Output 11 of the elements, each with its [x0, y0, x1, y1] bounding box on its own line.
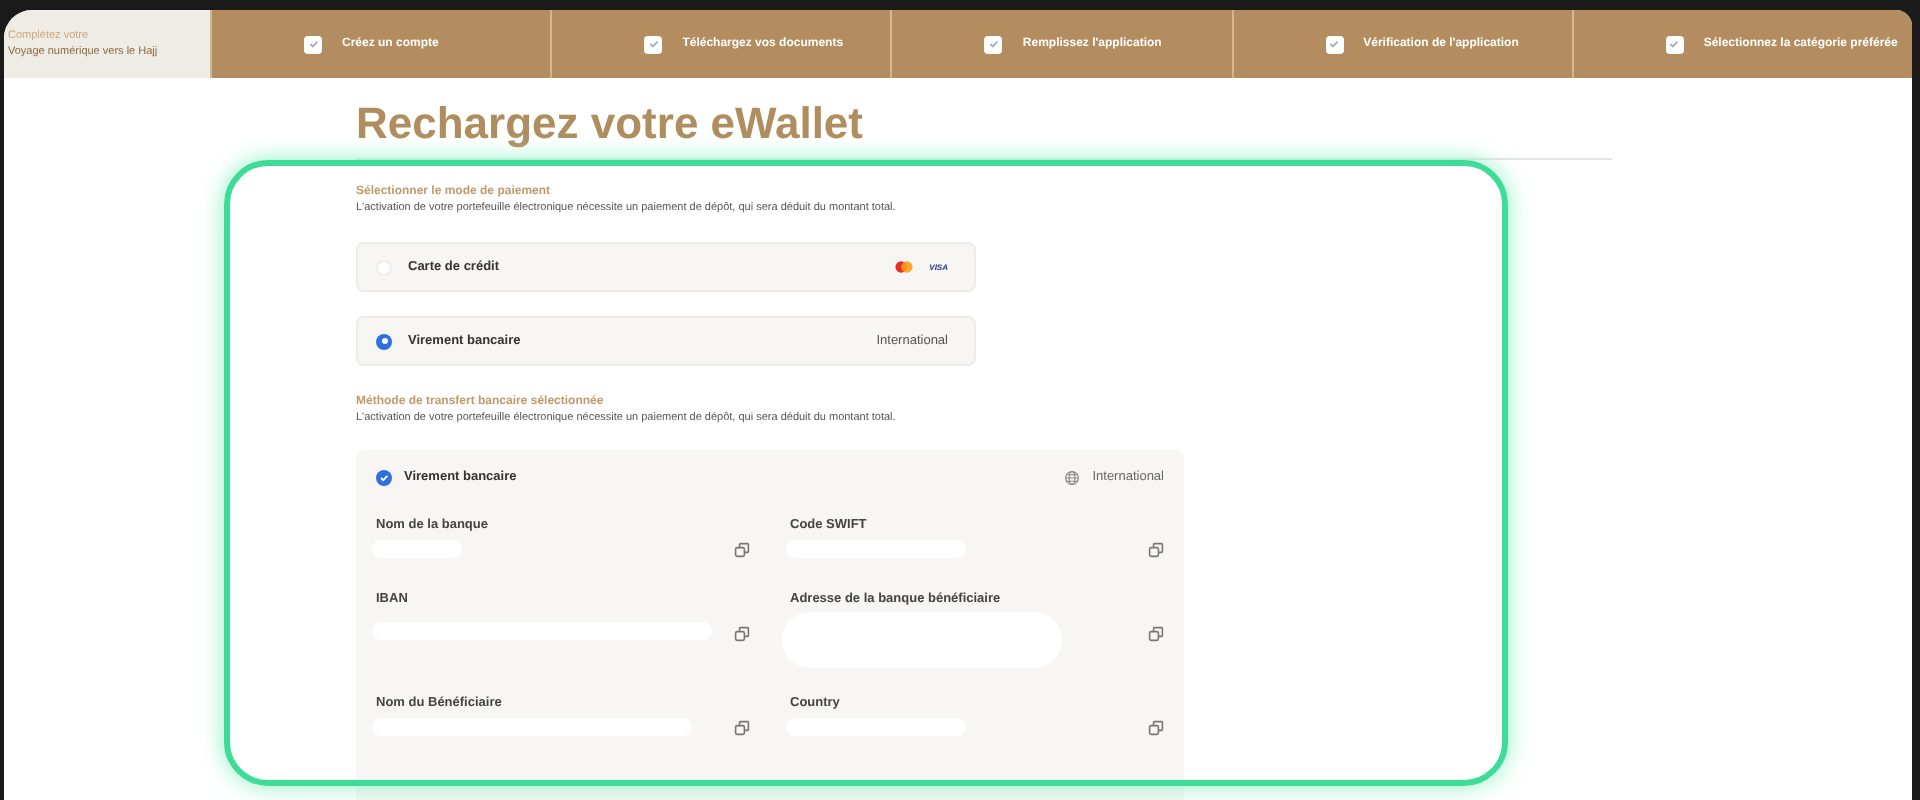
radio-button[interactable] — [376, 333, 392, 349]
page-title: Rechargez votre eWallet — [356, 98, 865, 150]
copy-icon[interactable] — [734, 625, 750, 642]
copy-icon[interactable] — [734, 541, 750, 558]
card-logo-icon — [893, 260, 914, 274]
copy-icon[interactable] — [1148, 625, 1164, 642]
globe-icon — [1064, 469, 1081, 486]
copy-icon[interactable] — [1148, 541, 1164, 558]
radio-button[interactable] — [376, 469, 392, 486]
copy-icon[interactable] — [1148, 719, 1164, 736]
copy-icon[interactable] — [734, 719, 750, 736]
